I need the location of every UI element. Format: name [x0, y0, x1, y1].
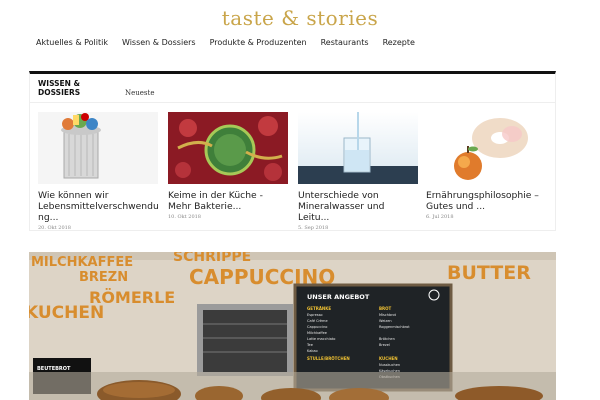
- board-item: Cappuccino: [307, 325, 327, 329]
- sign-kuchen: KUCHEN: [29, 303, 104, 323]
- board-item: Espresso: [307, 313, 323, 317]
- article-card[interactable]: Unterschiede von Mineralwasser und Leitu…: [298, 112, 418, 231]
- article-card[interactable]: Wie können wir Lebensmittelverschwendu n…: [38, 112, 159, 231]
- tag-beutebrot: BEUTEBROT: [37, 366, 71, 372]
- sign-butter: BUTTER: [447, 262, 531, 284]
- board-item: Kakao: [307, 349, 318, 353]
- article-card[interactable]: Ernährungsphilosophie – Gutes und ... 6.…: [426, 112, 546, 220]
- main-nav: Aktuelles & Politik Wissen & Dossiers Pr…: [36, 38, 429, 47]
- board-col2-head: BROT: [379, 306, 392, 311]
- board-item: Mischbrot: [379, 313, 397, 317]
- nav-item-rezepte[interactable]: Rezepte: [383, 38, 415, 47]
- article-title[interactable]: Ernährungsphilosophie – Gutes und ...: [426, 190, 546, 212]
- article-title[interactable]: Keime in der Küche - Mehr Bakterie...: [168, 190, 288, 212]
- board-item: Café Crème: [307, 319, 328, 323]
- board-col1b-head: STULLE/BRÖTCHEN: [307, 356, 350, 361]
- wissen-section: WISSEN & DOSSIERS Neueste Wie können wir…: [29, 71, 556, 231]
- article-image-water-glass[interactable]: [298, 112, 418, 184]
- article-date: 6. Jul 2018: [426, 214, 454, 220]
- site-logo[interactable]: taste & stories: [0, 6, 600, 30]
- board-col1-head: GETRÄNKE: [307, 306, 331, 311]
- article-date: 10. Okt 2018: [168, 214, 201, 220]
- sign-milchkaffee: MILCHKAFFEE: [31, 255, 133, 270]
- tab-neueste[interactable]: Neueste: [125, 89, 154, 97]
- nav-item-wissen[interactable]: Wissen & Dossiers: [122, 38, 196, 47]
- article-title[interactable]: Unterschiede von Mineralwasser und Leitu…: [298, 190, 418, 223]
- article-date: 20. Okt 2018: [38, 225, 71, 231]
- board-item: Roggenmischbrot: [379, 325, 410, 329]
- board-item: Milchkaffee: [307, 331, 327, 335]
- nav-item-aktuelles[interactable]: Aktuelles & Politik: [36, 38, 108, 47]
- board-col2b-head: KUCHEN: [379, 356, 398, 361]
- hero-image-bakery[interactable]: MILCHKAFFEE SCHRIPPE CAPPUCCINO BUTTER B…: [29, 252, 556, 400]
- nav-item-restaurants[interactable]: Restaurants: [321, 38, 369, 47]
- sign-brezn: BREZN: [79, 270, 128, 285]
- article-image-apple-donut[interactable]: [426, 112, 546, 184]
- board-title: UNSER ANGEBOT: [307, 293, 370, 301]
- article-card[interactable]: Keime in der Küche - Mehr Bakterie... 10…: [168, 112, 288, 220]
- board-item: Tee: [306, 343, 313, 347]
- article-title[interactable]: Wie können wir Lebensmittelverschwendu n…: [38, 190, 159, 223]
- section-title: WISSEN & DOSSIERS: [38, 79, 81, 97]
- board-item: Brezel: [379, 343, 390, 347]
- board-item: Latte macchiato: [307, 337, 335, 341]
- nav-item-produkte[interactable]: Produkte & Produzenten: [210, 38, 307, 47]
- board-item: Nusskuchen: [379, 363, 400, 367]
- sign-schrippe: SCHRIPPE: [173, 252, 251, 265]
- board-item: Brötchen: [379, 337, 395, 341]
- section-divider: [30, 102, 555, 103]
- article-image-bacteria[interactable]: [168, 112, 288, 184]
- board-item: Weizen: [379, 319, 392, 323]
- article-image-trash-can[interactable]: [38, 112, 158, 184]
- article-date: 5. Sep 2018: [298, 225, 329, 231]
